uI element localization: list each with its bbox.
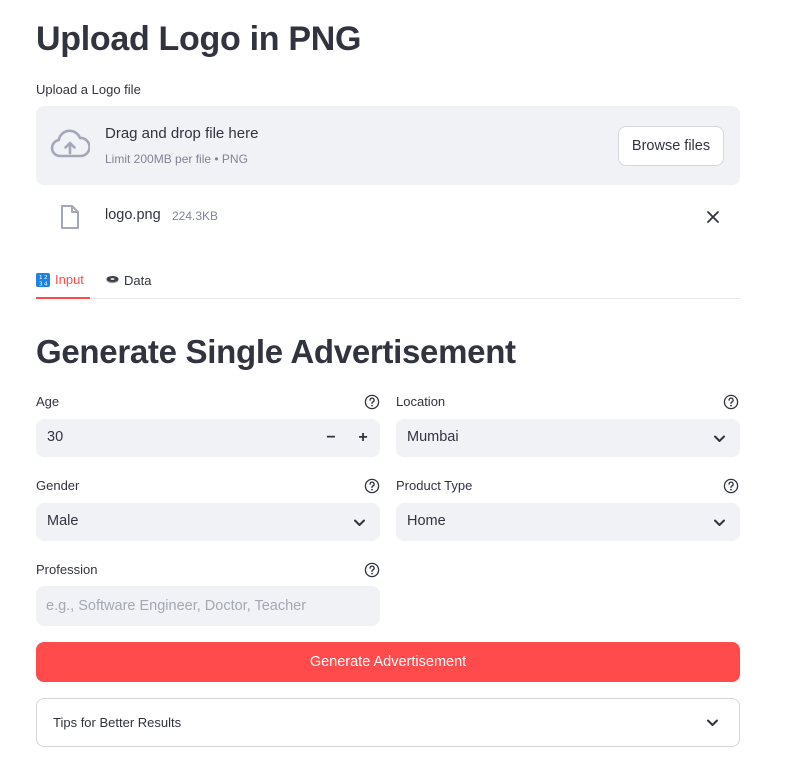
disk-icon	[106, 276, 119, 284]
cloud-upload-icon	[50, 129, 90, 158]
age-label: Age	[36, 394, 60, 409]
tab-data-label: Data	[124, 272, 152, 288]
help-icon[interactable]	[723, 478, 739, 494]
age-stepper[interactable]: 30 − +	[36, 419, 380, 457]
product-type-label: Product Type	[396, 478, 473, 493]
gender-select[interactable]: Male	[36, 503, 380, 541]
uploaded-file-row: logo.png 224.3KB	[36, 200, 740, 234]
browse-files-button[interactable]: Browse files	[618, 126, 724, 166]
help-icon[interactable]	[723, 394, 739, 410]
profession-input[interactable]	[36, 586, 380, 626]
chevron-down-icon	[707, 719, 718, 726]
chevron-down-icon	[354, 519, 365, 526]
product-type-select[interactable]: Home	[396, 503, 740, 541]
form-title: Generate Single Advertisement	[36, 333, 516, 370]
location-value: Mumbai	[407, 429, 459, 445]
help-icon[interactable]	[364, 394, 380, 410]
location-select[interactable]: Mumbai	[396, 419, 740, 457]
tips-expander[interactable]: Tips for Better Results	[36, 698, 740, 747]
chevron-down-icon	[714, 519, 725, 526]
gender-label: Gender	[36, 478, 80, 493]
file-name: logo.png	[105, 207, 161, 223]
location-label: Location	[396, 394, 446, 409]
gender-value: Male	[47, 513, 79, 529]
chevron-down-icon	[714, 435, 725, 442]
close-icon[interactable]	[704, 208, 722, 226]
svg-text:1: 1	[39, 275, 43, 281]
svg-text:2: 2	[44, 275, 48, 281]
tab-bar: 1 2 3 4 Input Data	[36, 262, 740, 299]
help-icon[interactable]	[364, 478, 380, 494]
age-value: 30	[47, 429, 64, 445]
svg-text:3: 3	[39, 281, 43, 287]
page-title: Upload Logo in PNG	[36, 20, 362, 58]
file-size: 224.3KB	[172, 209, 219, 223]
tab-input[interactable]: 1 2 3 4 Input	[36, 262, 90, 299]
product-type-value: Home	[407, 513, 446, 529]
dropzone-limit: Limit 200MB per file • PNG	[105, 152, 248, 166]
uploader-label: Upload a Logo file	[36, 82, 141, 97]
tab-data[interactable]: Data	[106, 262, 151, 298]
decrement-button[interactable]: −	[321, 428, 341, 448]
dropzone-instruction: Drag and drop file here	[105, 125, 259, 142]
increment-button[interactable]: +	[353, 428, 373, 448]
file-dropzone[interactable]: Drag and drop file here Limit 200MB per …	[36, 106, 740, 185]
file-icon	[61, 205, 79, 229]
generate-advertisement-button[interactable]: Generate Advertisement	[36, 642, 740, 682]
expander-label: Tips for Better Results	[53, 715, 182, 730]
profession-label: Profession	[36, 562, 98, 577]
input-numbers-icon: 1 2 3 4	[36, 272, 50, 287]
tab-input-label: Input	[55, 272, 84, 287]
help-icon[interactable]	[364, 562, 380, 578]
svg-text:4: 4	[44, 281, 48, 287]
